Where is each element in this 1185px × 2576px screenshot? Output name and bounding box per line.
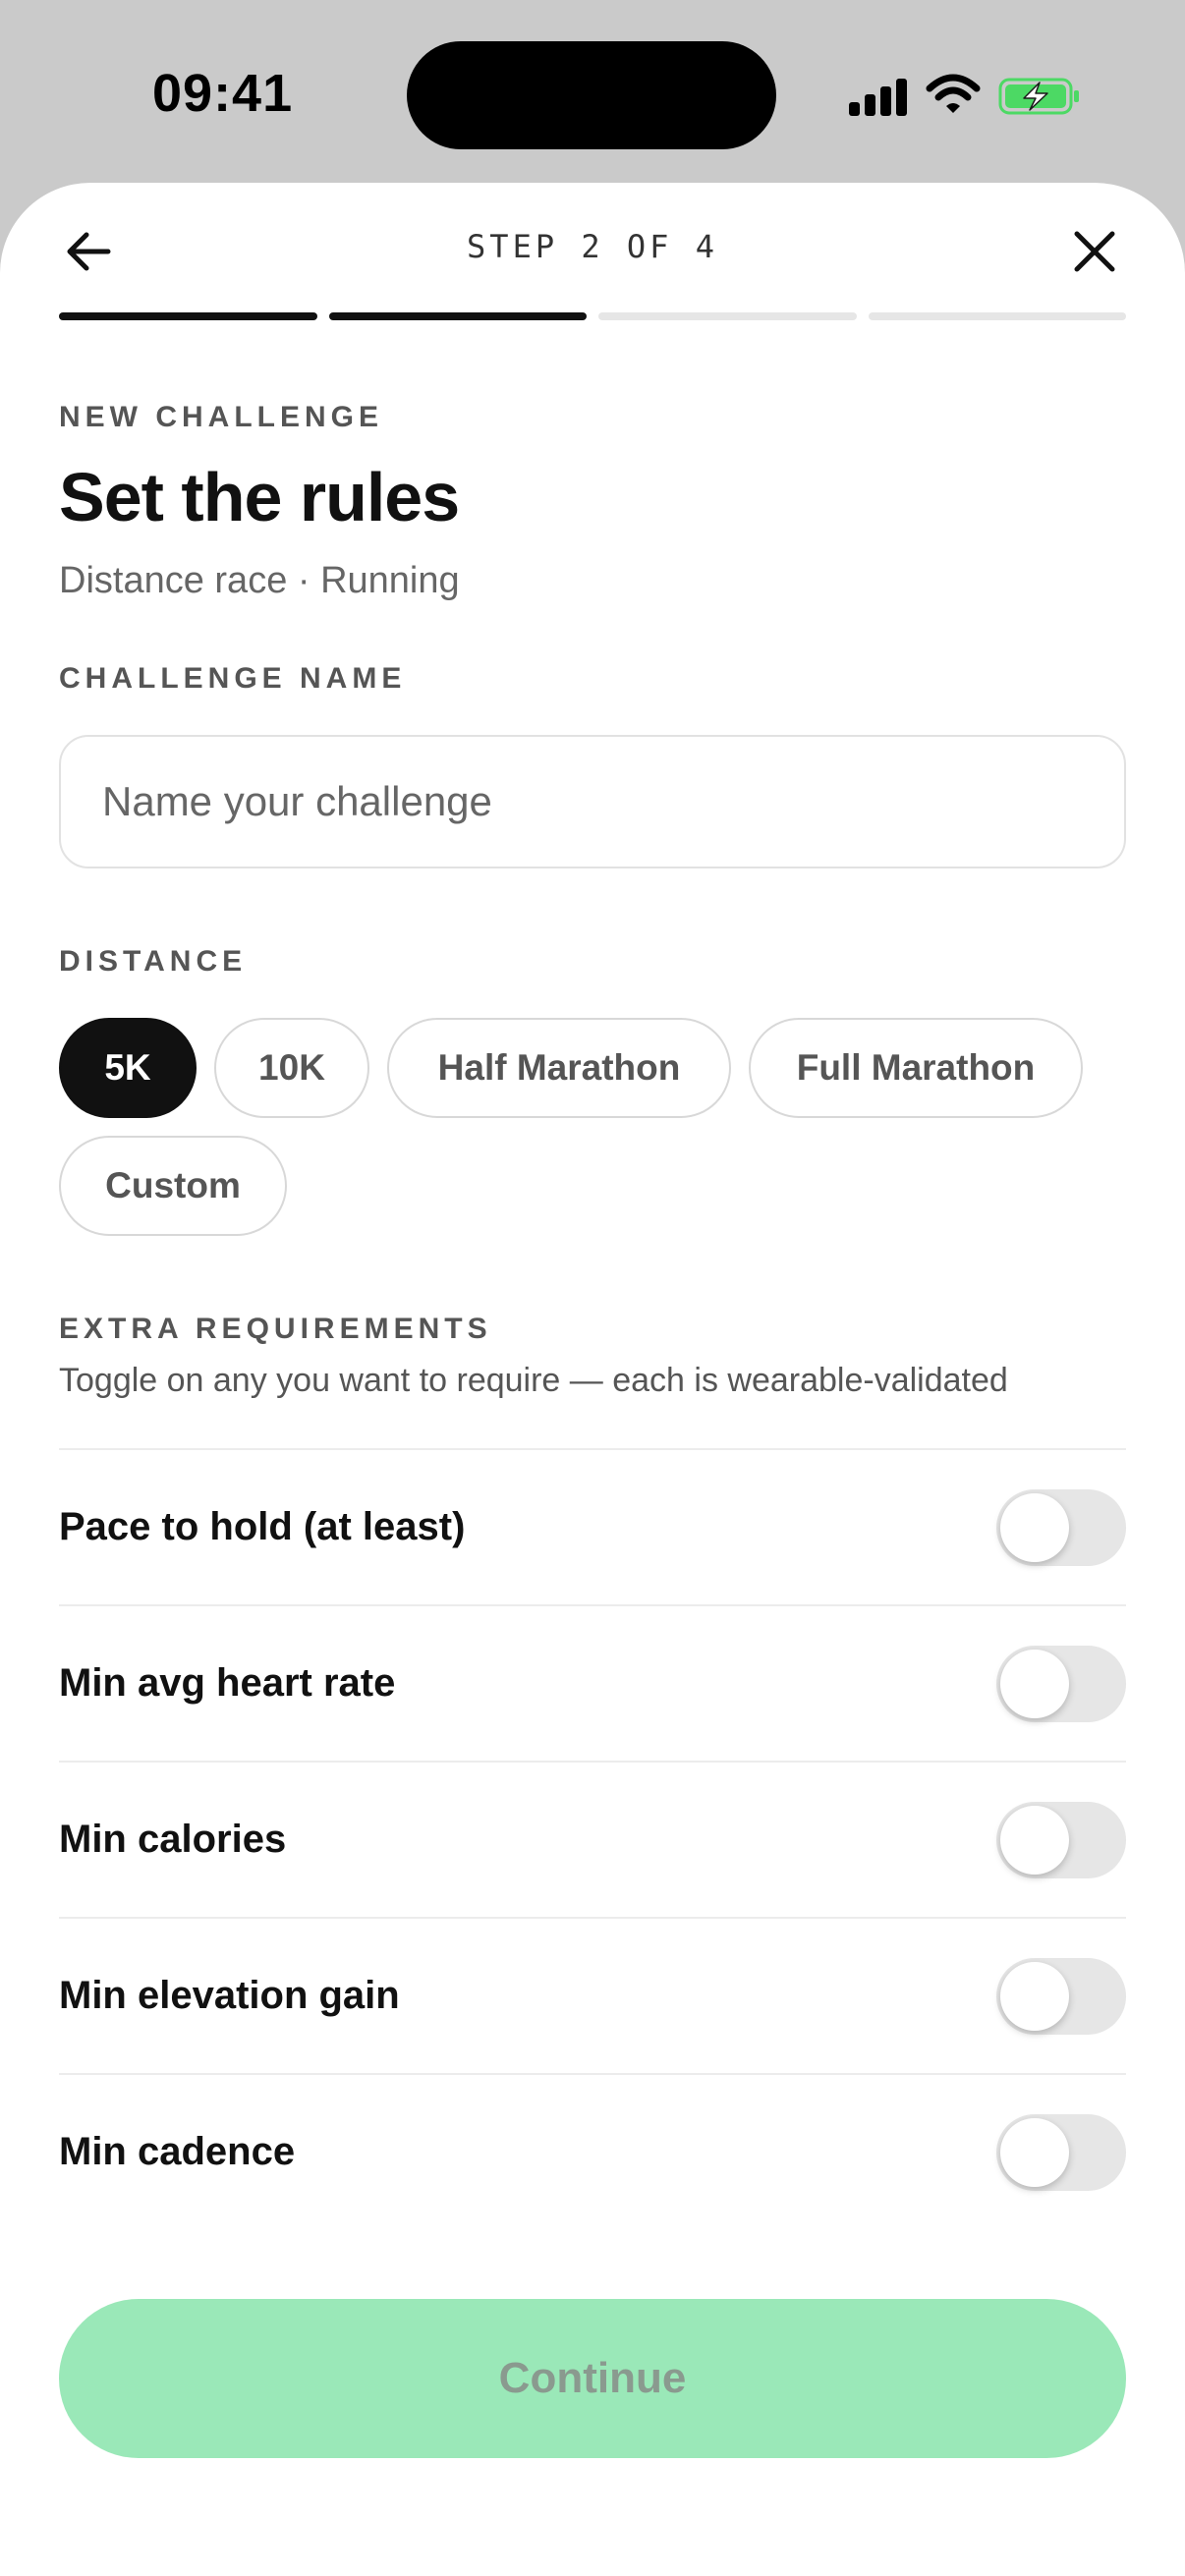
- requirement-label: Min elevation gain: [59, 1974, 400, 2017]
- section-eyebrow: NEW CHALLENGE: [59, 401, 383, 433]
- step-progress-bar: [59, 312, 1126, 320]
- cadence-toggle[interactable]: [996, 2113, 1126, 2191]
- requirements-list: Pace to hold (at least) Min avg heart ra…: [59, 1448, 1126, 2229]
- requirement-row-pace: Pace to hold (at least): [59, 1448, 1126, 1604]
- distance-chip-10k[interactable]: 10K: [214, 1018, 369, 1118]
- distance-chip-full-marathon[interactable]: Full Marathon: [749, 1018, 1083, 1118]
- requirement-row-cadence: Min cadence: [59, 2073, 1126, 2229]
- requirement-label: Min calories: [59, 1818, 287, 1861]
- battery-charging-icon: [998, 78, 1079, 115]
- pace-toggle[interactable]: [996, 1488, 1126, 1566]
- distance-label: DISTANCE: [59, 945, 248, 978]
- signal-icon: [849, 77, 908, 116]
- progress-segment: [868, 312, 1126, 320]
- heart-rate-toggle[interactable]: [996, 1645, 1126, 1722]
- progress-segment: [328, 312, 587, 320]
- progress-segment: [59, 312, 317, 320]
- dynamic-island: [407, 41, 776, 149]
- progress-segment: [598, 312, 857, 320]
- toggle-knob: [1000, 1649, 1069, 1718]
- challenge-name-label: CHALLENGE NAME: [59, 662, 407, 695]
- extra-requirements-label: EXTRA REQUIREMENTS: [59, 1313, 492, 1345]
- extra-requirements-helper: Toggle on any you want to require — each…: [59, 1362, 1008, 1399]
- requirement-label: Min avg heart rate: [59, 1661, 396, 1705]
- distance-chip-custom[interactable]: Custom: [59, 1136, 287, 1236]
- toggle-knob: [1000, 1805, 1069, 1875]
- step-indicator: STEP 2 OF 4: [467, 228, 718, 265]
- requirement-label: Min cadence: [59, 2130, 296, 2173]
- requirement-row-heart-rate: Min avg heart rate: [59, 1604, 1126, 1761]
- close-button[interactable]: [1065, 222, 1124, 281]
- distance-chip-5k[interactable]: 5K: [59, 1018, 197, 1118]
- page-subtitle: Distance race · Running: [59, 560, 460, 601]
- wifi-icon: [926, 74, 981, 113]
- challenge-sheet: STEP 2 OF 4 NEW CHALLENGE Set the rules …: [0, 183, 1185, 2576]
- page-title: Set the rules: [59, 459, 460, 535]
- toggle-knob: [1000, 1961, 1069, 2031]
- toggle-knob: [1000, 2117, 1069, 2187]
- status-bar: 09:41: [0, 0, 1185, 187]
- close-icon: [1074, 231, 1115, 272]
- elevation-toggle[interactable]: [996, 1957, 1126, 2035]
- calories-toggle[interactable]: [996, 1801, 1126, 1878]
- continue-button[interactable]: Continue: [59, 2299, 1126, 2458]
- challenge-name-input[interactable]: [59, 735, 1126, 868]
- toggle-knob: [1000, 1492, 1069, 1562]
- distance-chip-half-marathon[interactable]: Half Marathon: [387, 1018, 731, 1118]
- requirement-label: Pace to hold (at least): [59, 1505, 466, 1548]
- status-time: 09:41: [152, 64, 294, 123]
- requirement-row-elevation: Min elevation gain: [59, 1917, 1126, 2073]
- requirement-row-calories: Min calories: [59, 1761, 1126, 1917]
